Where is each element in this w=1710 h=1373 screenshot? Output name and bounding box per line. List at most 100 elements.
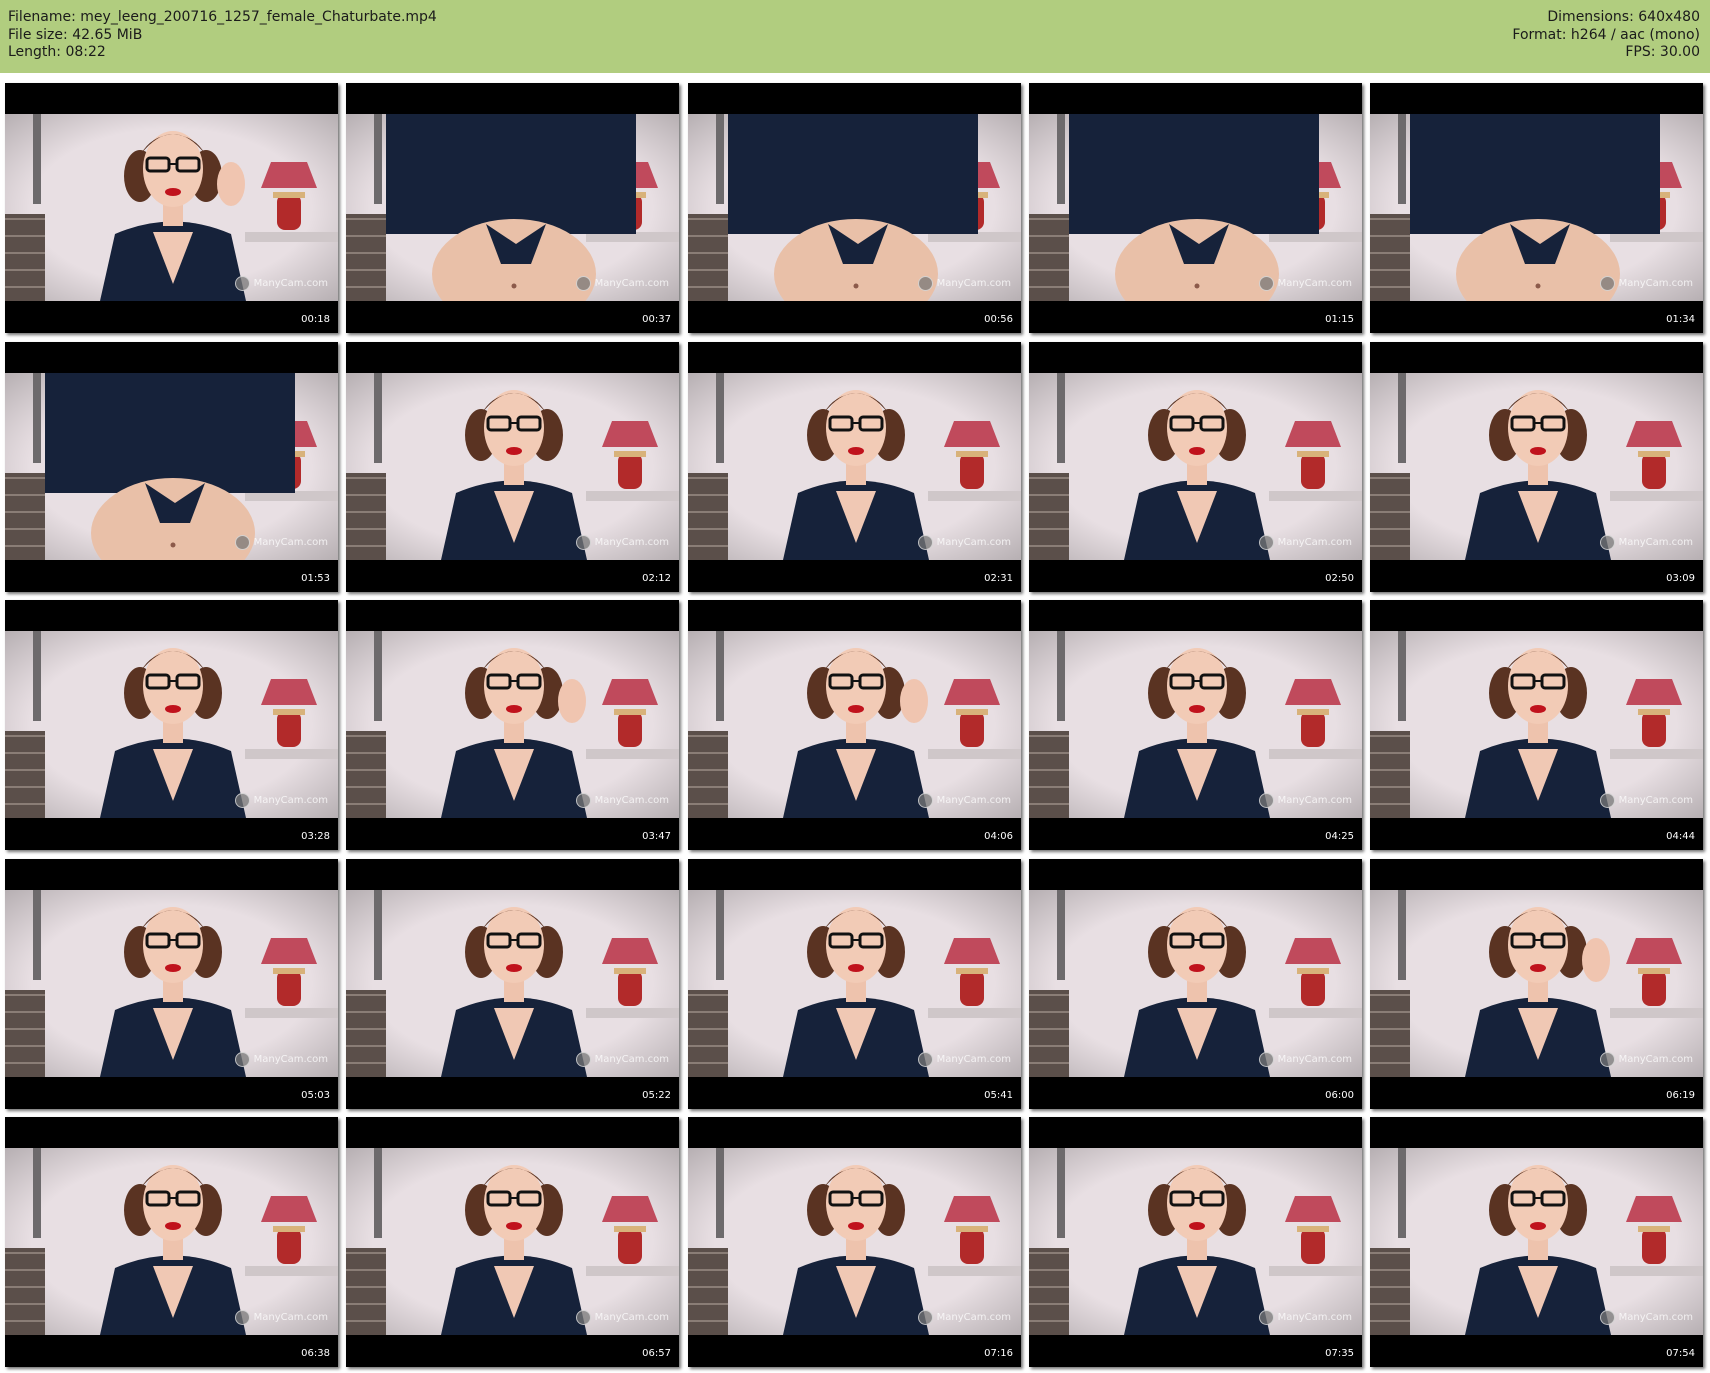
video-thumbnail: ManyCam.com 04:25 xyxy=(1029,600,1362,850)
frame-image xyxy=(688,631,1021,818)
thumbnail-timestamp: 05:22 xyxy=(642,1090,671,1101)
video-thumbnail: ManyCam.com 02:12 xyxy=(346,342,679,592)
manycam-watermark: ManyCam.com xyxy=(1599,535,1693,550)
thumbnail-timestamp: 06:00 xyxy=(1325,1090,1354,1101)
webcam-icon xyxy=(234,1052,250,1067)
watermark-label: ManyCam.com xyxy=(1277,537,1352,548)
thumbnail-grid: ManyCam.com 00:18 ManyCam.com 00:37 ManyCam.… xyxy=(5,83,1705,1368)
watermark-label: ManyCam.com xyxy=(1618,537,1693,548)
video-thumbnail: ManyCam.com 04:06 xyxy=(688,600,1021,850)
manycam-watermark: ManyCam.com xyxy=(1258,276,1352,291)
frame-image xyxy=(688,373,1021,560)
manycam-watermark: ManyCam.com xyxy=(917,1310,1011,1325)
video-frame: ManyCam.com xyxy=(688,1148,1021,1335)
frame-image xyxy=(346,631,679,818)
video-frame: ManyCam.com xyxy=(1029,890,1362,1077)
format-line: Format: h264 / aac (mono) xyxy=(1512,26,1700,43)
manycam-watermark: ManyCam.com xyxy=(234,535,328,550)
thumbnail-timestamp: 04:06 xyxy=(984,831,1013,842)
manycam-watermark: ManyCam.com xyxy=(234,1310,328,1325)
dimensions-line: Dimensions: 640x480 xyxy=(1547,9,1700,25)
video-thumbnail: ManyCam.com 07:35 xyxy=(1029,1117,1362,1367)
video-thumbnail: ManyCam.com 00:18 xyxy=(5,83,338,333)
webcam-icon xyxy=(234,535,250,550)
video-thumbnail: ManyCam.com 06:19 xyxy=(1370,859,1703,1109)
webcam-icon xyxy=(1599,276,1615,291)
watermark-label: ManyCam.com xyxy=(594,537,669,548)
webcam-icon xyxy=(575,1310,591,1325)
video-frame: ManyCam.com xyxy=(346,1148,679,1335)
frame-image xyxy=(1370,1148,1703,1335)
manycam-watermark: ManyCam.com xyxy=(1258,793,1352,808)
video-frame: ManyCam.com xyxy=(1370,890,1703,1077)
video-thumbnail: ManyCam.com 06:38 xyxy=(5,1117,338,1367)
manycam-watermark: ManyCam.com xyxy=(1258,1052,1352,1067)
frame-image xyxy=(1029,114,1362,301)
video-thumbnail: ManyCam.com 07:54 xyxy=(1370,1117,1703,1367)
webcam-icon xyxy=(1599,535,1615,550)
frame-image xyxy=(1370,114,1703,301)
manycam-watermark: ManyCam.com xyxy=(575,1052,669,1067)
video-thumbnail: ManyCam.com 01:53 xyxy=(5,342,338,592)
thumbnail-timestamp: 00:37 xyxy=(642,314,671,325)
thumbnail-timestamp: 01:53 xyxy=(301,573,330,584)
video-frame: ManyCam.com xyxy=(1370,373,1703,560)
manycam-watermark: ManyCam.com xyxy=(1258,535,1352,550)
filesize-line: File size: 42.65 MiB xyxy=(8,26,143,43)
thumbnail-timestamp: 01:34 xyxy=(1666,314,1695,325)
frame-image xyxy=(1370,890,1703,1077)
video-frame: ManyCam.com xyxy=(688,373,1021,560)
file-info-left: Filename: mey_leeng_200716_1257_female_C… xyxy=(8,9,437,62)
frame-image xyxy=(1029,890,1362,1077)
thumbnail-timestamp: 07:54 xyxy=(1666,1348,1695,1359)
video-frame: ManyCam.com xyxy=(1370,1148,1703,1335)
frame-image xyxy=(5,373,338,560)
thumbnail-timestamp: 02:12 xyxy=(642,573,671,584)
webcam-icon xyxy=(575,793,591,808)
video-frame: ManyCam.com xyxy=(346,373,679,560)
thumbnail-timestamp: 05:41 xyxy=(984,1090,1013,1101)
video-thumbnail: ManyCam.com 02:50 xyxy=(1029,342,1362,592)
webcam-icon xyxy=(1599,1310,1615,1325)
video-frame: ManyCam.com xyxy=(5,114,338,301)
watermark-label: ManyCam.com xyxy=(253,795,328,806)
webcam-icon xyxy=(1599,793,1615,808)
webcam-icon xyxy=(1258,793,1274,808)
thumbnail-timestamp: 00:18 xyxy=(301,314,330,325)
webcam-icon xyxy=(917,1310,933,1325)
manycam-watermark: ManyCam.com xyxy=(575,276,669,291)
manycam-watermark: ManyCam.com xyxy=(234,1052,328,1067)
video-frame: ManyCam.com xyxy=(5,373,338,560)
video-thumbnail: ManyCam.com 03:09 xyxy=(1370,342,1703,592)
watermark-label: ManyCam.com xyxy=(594,1054,669,1065)
watermark-label: ManyCam.com xyxy=(594,795,669,806)
frame-image xyxy=(346,114,679,301)
manycam-watermark: ManyCam.com xyxy=(917,276,1011,291)
video-thumbnail: ManyCam.com 00:56 xyxy=(688,83,1021,333)
watermark-label: ManyCam.com xyxy=(1277,1054,1352,1065)
manycam-watermark: ManyCam.com xyxy=(234,793,328,808)
watermark-label: ManyCam.com xyxy=(936,278,1011,289)
fps-line: FPS: 30.00 xyxy=(1625,44,1700,60)
thumbnail-timestamp: 04:25 xyxy=(1325,831,1354,842)
watermark-label: ManyCam.com xyxy=(1277,1312,1352,1323)
webcam-icon xyxy=(575,1052,591,1067)
video-frame: ManyCam.com xyxy=(1029,1148,1362,1335)
watermark-label: ManyCam.com xyxy=(1618,795,1693,806)
thumbnail-timestamp: 04:44 xyxy=(1666,831,1695,842)
video-thumbnail: ManyCam.com 03:47 xyxy=(346,600,679,850)
webcam-icon xyxy=(234,276,250,291)
manycam-watermark: ManyCam.com xyxy=(575,535,669,550)
video-thumbnail: ManyCam.com 05:03 xyxy=(5,859,338,1109)
webcam-icon xyxy=(575,535,591,550)
filename-line: Filename: mey_leeng_200716_1257_female_C… xyxy=(8,9,437,25)
thumbnail-timestamp: 06:38 xyxy=(301,1348,330,1359)
frame-image xyxy=(1029,373,1362,560)
video-frame: ManyCam.com xyxy=(1370,114,1703,301)
watermark-label: ManyCam.com xyxy=(1618,1312,1693,1323)
video-frame: ManyCam.com xyxy=(688,631,1021,818)
webcam-icon xyxy=(1258,1052,1274,1067)
video-frame: ManyCam.com xyxy=(1370,631,1703,818)
video-thumbnail: ManyCam.com 01:34 xyxy=(1370,83,1703,333)
frame-image xyxy=(5,1148,338,1335)
